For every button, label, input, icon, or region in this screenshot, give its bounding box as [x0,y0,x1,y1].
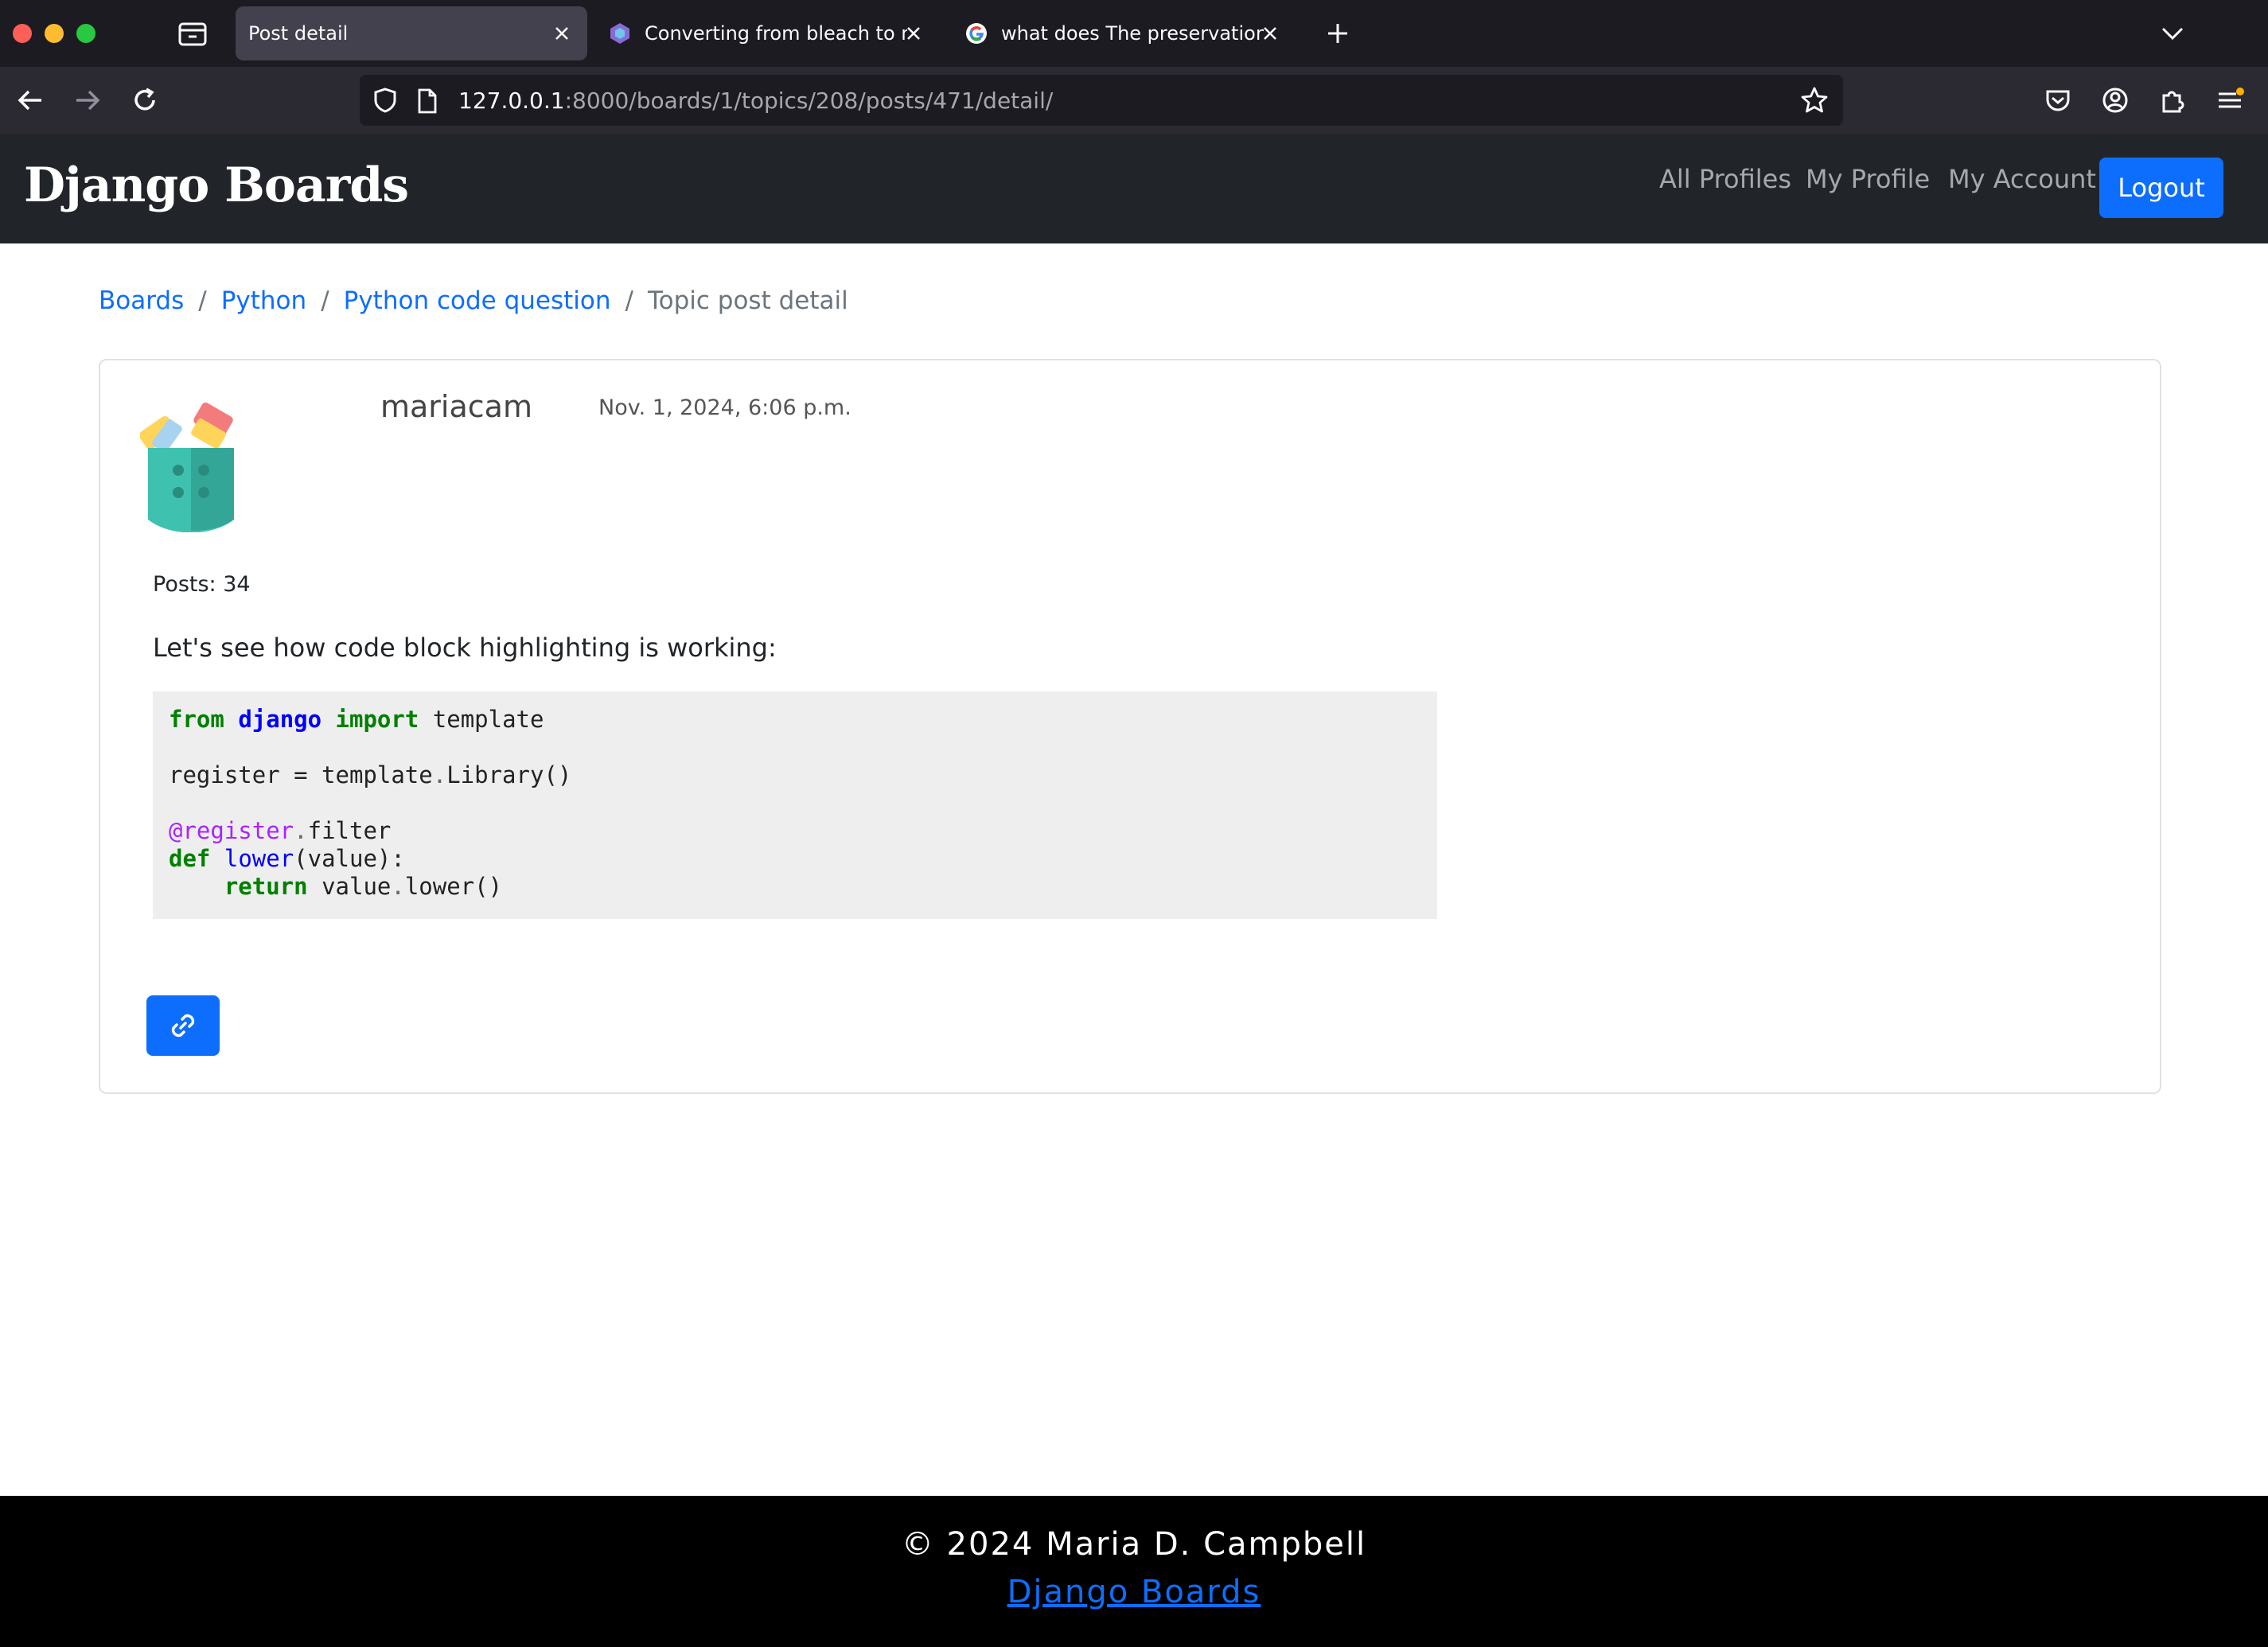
new-tab-plus-icon[interactable] [1325,21,1350,46]
link-chain-icon [171,1014,195,1038]
tab-post-detail[interactable]: Post detail [236,6,587,60]
breadcrumb-separator: / [625,286,633,315]
breadcrumb-boards[interactable]: Boards [99,286,184,315]
site-footer: © 2024 Maria D. Campbell Django Boards [0,1496,2268,1647]
post-body-text: Let's see how code block highlighting is… [153,633,777,663]
site-header: Django Boards All Profiles My Profile My… [0,134,2268,243]
close-icon[interactable] [1261,24,1280,43]
google-favicon-icon [966,23,987,44]
avatar [140,402,234,532]
breadcrumb-current: Topic post detail [647,286,848,315]
browser-tab-bar: Post detail Converting from bleach to nh… [0,0,2268,67]
window-zoom-button[interactable] [76,24,95,43]
tab-title: what does The preservation of w [1001,22,1264,45]
window-close-button[interactable] [13,24,32,43]
forward-arrow-icon[interactable] [72,84,103,116]
hexagon-favicon-icon [610,23,629,44]
window-minimize-button[interactable] [45,24,64,43]
pocket-icon[interactable] [2042,84,2074,116]
site-brand[interactable]: Django Boards [24,158,409,213]
url-path: :8000/boards/1/topics/208/posts/471/deta… [564,88,1054,114]
url-host: 127.0.0.1 [458,88,565,114]
close-icon[interactable] [552,24,571,43]
breadcrumb-separator: / [321,286,329,315]
bookmark-star-icon[interactable] [1800,86,1829,115]
menu-hamburger-icon[interactable] [2214,84,2246,116]
nav-my-account[interactable]: My Account [1948,164,2096,194]
breadcrumb-separator: / [198,286,207,315]
code-line: register = template.Library() [169,761,572,788]
nav-all-profiles[interactable]: All Profiles [1659,164,1791,194]
code-line: from django import template [169,706,544,733]
breadcrumb-topic[interactable]: Python code question [344,286,611,315]
author-posts-count: Posts: 34 [153,572,251,597]
browser-toolbar: 127.0.0.1:8000/boards/1/topics/208/posts… [0,67,2268,134]
tab-overview-icon[interactable] [177,19,208,48]
breadcrumb-python[interactable]: Python [221,286,306,315]
post-author: mariacam [380,389,532,424]
post-date: Nov. 1, 2024, 6:06 p.m. [598,395,851,420]
address-bar[interactable]: 127.0.0.1:8000/boards/1/topics/208/posts… [360,75,1843,126]
breadcrumb: Boards / Python / Python code question /… [99,286,848,315]
footer-link-django-boards[interactable]: Django Boards [0,1574,2268,1610]
nav-my-profile[interactable]: My Profile [1806,164,1930,194]
url-text[interactable]: 127.0.0.1:8000/boards/1/topics/208/posts… [458,88,1053,114]
tab-converting-bleach[interactable]: Converting from bleach to nh3 [595,6,939,60]
code-line: def lower(value): [169,845,405,872]
tab-title: Post detail [248,22,349,45]
back-arrow-icon[interactable] [14,84,46,116]
logout-button[interactable]: Logout [2099,158,2223,218]
tab-google-search[interactable]: what does The preservation of w [952,6,1296,60]
code-line: return value.lower() [224,873,503,900]
chevron-down-icon[interactable] [2160,22,2185,45]
page-icon [418,88,437,114]
footer-copyright: © 2024 Maria D. Campbell [901,1526,1367,1563]
permalink-button[interactable] [146,995,220,1056]
close-icon[interactable] [904,24,923,43]
reload-icon[interactable] [129,84,161,116]
shield-icon[interactable] [371,86,399,115]
code-block: from django import template register = t… [153,691,1437,919]
post-card: mariacam Nov. 1, 2024, 6:06 p.m. Posts: … [99,359,2161,1094]
extensions-puzzle-icon[interactable] [2157,84,2188,116]
account-icon[interactable] [2099,84,2131,116]
tab-title: Converting from bleach to nh3 [645,22,907,45]
code-line: @register.filter [169,817,392,844]
